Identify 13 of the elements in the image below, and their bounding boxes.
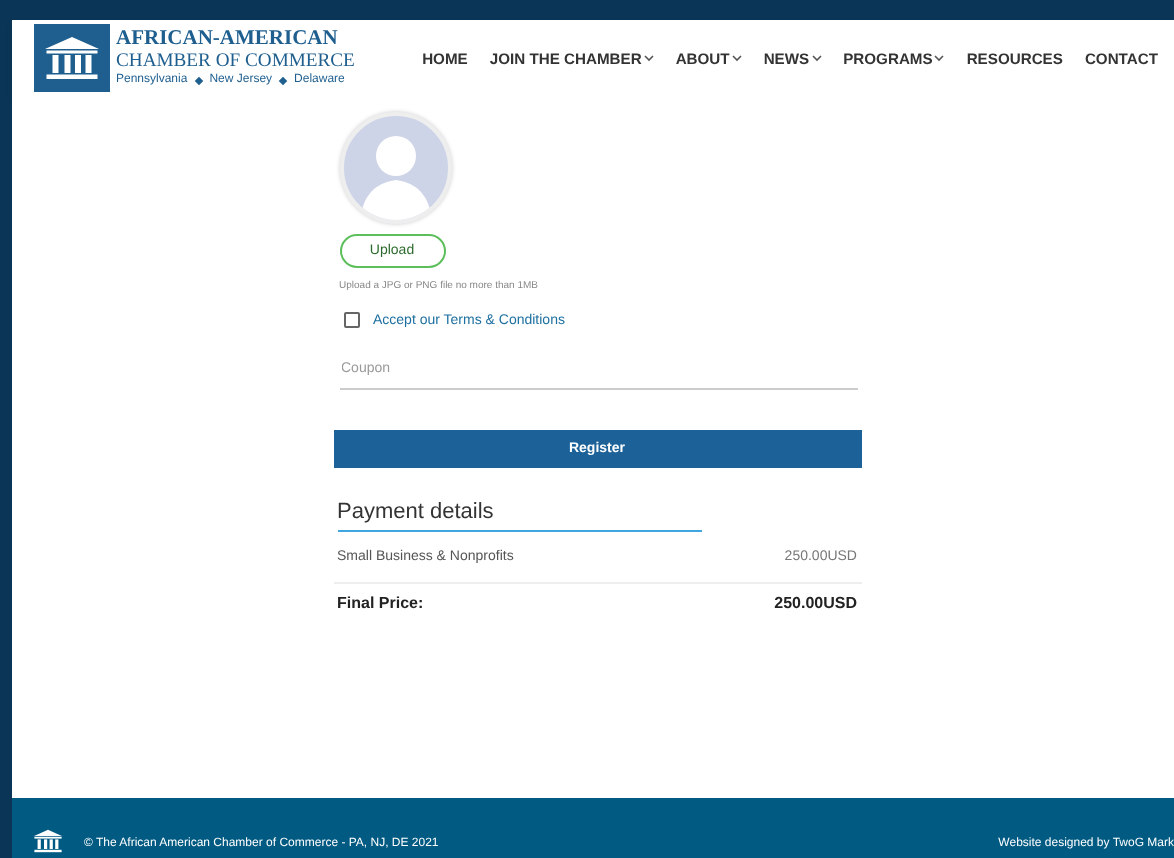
total-label: Final Price:: [337, 594, 424, 612]
columns-building-icon: [42, 34, 102, 82]
chevron-down-icon: [934, 54, 945, 62]
avatar-placeholder: [339, 112, 451, 224]
terms-checkbox[interactable]: [343, 312, 359, 328]
logo-title: AFRICAN-AMERICAN: [116, 27, 340, 49]
chevron-down-icon: [811, 54, 822, 62]
payment-heading: Payment details: [337, 500, 701, 532]
columns-building-icon: [32, 828, 64, 854]
chevron-down-icon: [731, 54, 742, 62]
chevron-down-icon: [643, 54, 654, 62]
logo-subtitle: CHAMBER OF COMMERCE: [116, 49, 355, 71]
total-price: 250.00USD: [774, 594, 857, 612]
